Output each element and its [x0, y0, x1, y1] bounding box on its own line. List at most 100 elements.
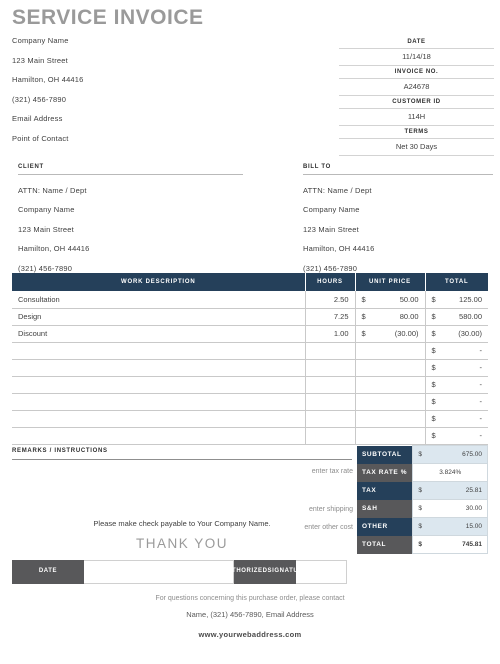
cell-description[interactable]	[12, 342, 306, 360]
cell-total: $ (30.00)	[425, 325, 488, 343]
client-line: (321) 456-7890	[18, 263, 73, 273]
billto-heading: BILL TO	[303, 164, 493, 175]
cell-unit-price[interactable]	[355, 393, 426, 411]
remarks-heading: REMARKS / INSTRUCTIONS	[12, 448, 352, 460]
table-header-row: WORK DESCRIPTION HOURS UNIT PRICE TOTAL	[12, 273, 488, 291]
authorized-signature-label: AUTHORIZED SIGNATURE	[222, 560, 307, 584]
cell-unit-price[interactable]	[355, 376, 426, 394]
cell-unit-price[interactable]: $50.00	[355, 291, 426, 309]
totals-table: SUBTOTAL $675.00 TAX RATE % 3.824% TAX $25.81…	[357, 445, 488, 554]
cell-hours[interactable]	[305, 410, 356, 428]
cell-description[interactable]	[12, 393, 306, 411]
cell-description[interactable]	[12, 410, 306, 428]
cell-unit-price[interactable]: $ (30.00)	[355, 325, 426, 343]
cell-unit-price[interactable]	[355, 359, 426, 377]
hint-enter-tax-rate: enter tax rate	[311, 468, 353, 475]
hint-enter-other-cost: enter other cost	[304, 524, 353, 531]
sender-line: Point of Contact	[12, 133, 69, 143]
cell-total: $ -	[425, 393, 488, 411]
cell-description[interactable]	[12, 427, 306, 445]
line-items-table: WORK DESCRIPTION HOURS UNIT PRICE TOTAL …	[12, 273, 488, 445]
footer-website: www.yourwebaddress.com	[198, 630, 302, 639]
cell-total: $ -	[425, 342, 488, 360]
sender-line: (321) 456-7890	[12, 94, 67, 104]
header-hours: HOURS	[305, 273, 356, 291]
client-line: 123 Main Street	[18, 224, 74, 234]
client-line: ATTN: Name / Dept	[18, 185, 87, 195]
meta-value-invoice-no[interactable]: A24678	[339, 78, 494, 96]
sender-line: Company Name	[12, 36, 69, 45]
meta-label: TERMS	[404, 129, 429, 135]
table-row: Consultation 2.50 $50.00 $125.00	[12, 291, 488, 309]
cell-total: $ -	[425, 410, 488, 428]
authorized-signature-input[interactable]	[296, 560, 347, 584]
cell-hours[interactable]: 1.00	[305, 325, 356, 343]
cell-description[interactable]	[12, 359, 306, 377]
meta-row-terms: TERMS Net 30 Days	[339, 126, 494, 156]
footer-line-2: Name, (321) 456-7890, Email Address	[186, 610, 314, 619]
totals-value: $30.00	[412, 499, 488, 518]
meta-row-customer-id: CUSTOMER ID 114H	[339, 96, 494, 126]
cell-total: $125.00	[425, 291, 488, 309]
meta-value-customer-id[interactable]: 114H	[339, 108, 494, 126]
cell-unit-price[interactable]	[355, 427, 426, 445]
cell-hours[interactable]: 7.25	[305, 308, 356, 326]
totals-row: TAX RATE % 3.824%	[357, 463, 488, 482]
cell-hours[interactable]	[305, 359, 356, 377]
cell-total: $ -	[425, 359, 488, 377]
meta-label: CUSTOMER ID	[392, 99, 441, 105]
meta-value-terms[interactable]: Net 30 Days	[339, 138, 494, 156]
cell-description[interactable]: Consultation	[12, 291, 306, 309]
thank-you-text: THANK YOU	[135, 536, 228, 551]
table-row: $ -	[12, 393, 488, 411]
table-row: $ -	[12, 410, 488, 428]
totals-row: S&H $30.00	[357, 499, 488, 518]
table-row: $ -	[12, 359, 488, 377]
meta-label: DATE	[407, 39, 426, 45]
totals-value: $745.81	[412, 535, 488, 554]
meta-value-date[interactable]: 11/14/18	[339, 48, 494, 66]
signature-date-label: DATE	[12, 560, 84, 584]
cell-description[interactable]: Discount	[12, 325, 306, 343]
client-line: Hamilton, OH 44416	[18, 244, 90, 253]
totals-label: TAX RATE %	[357, 463, 413, 482]
cell-hours[interactable]	[305, 427, 356, 445]
invoice-meta-table: DATE 11/14/18 INVOICE NO. A24678 CUSTOME…	[339, 36, 494, 156]
signature-date-input[interactable]	[84, 560, 234, 584]
header-total: TOTAL	[425, 273, 488, 291]
signature-block: DATE AUTHORIZED SIGNATURE	[12, 560, 347, 584]
header-work-description: WORK DESCRIPTION	[12, 273, 306, 291]
cell-hours[interactable]	[305, 342, 356, 360]
page-title: SERVICE INVOICE	[12, 6, 204, 29]
cell-hours[interactable]	[305, 376, 356, 394]
sender-line: Hamilton, OH 44416	[12, 75, 84, 84]
totals-row: TOTAL $745.81	[357, 535, 488, 554]
totals-label: OTHER	[357, 517, 413, 536]
cell-unit-price[interactable]: $80.00	[355, 308, 426, 326]
cell-description[interactable]	[12, 376, 306, 394]
sender-line: 123 Main Street	[12, 55, 68, 65]
client-line: Company Name	[18, 205, 75, 214]
cell-unit-price[interactable]	[355, 410, 426, 428]
totals-label: SUBTOTAL	[357, 445, 413, 464]
authorized-label-line1: AUTHORIZED	[222, 568, 268, 575]
footer-line-1: For questions concerning this purchase o…	[155, 595, 345, 602]
cell-description[interactable]: Design	[12, 308, 306, 326]
totals-row: TAX $25.81	[357, 481, 488, 500]
table-row: Design 7.25 $80.00 $580.00	[12, 308, 488, 326]
table-row: $ -	[12, 342, 488, 360]
totals-value: $25.81	[412, 481, 488, 500]
totals-row: SUBTOTAL $675.00	[357, 445, 488, 464]
totals-label: TAX	[357, 481, 413, 500]
header-unit-price: UNIT PRICE	[355, 273, 426, 291]
table-row: $ -	[12, 427, 488, 445]
cell-unit-price[interactable]	[355, 342, 426, 360]
cell-hours[interactable]	[305, 393, 356, 411]
totals-value: $675.00	[412, 445, 488, 464]
totals-row: OTHER $15.00	[357, 517, 488, 536]
totals-value[interactable]: 3.824%	[412, 463, 488, 482]
line-items-body: Consultation 2.50 $50.00 $125.00 Design 7.25 $…	[12, 291, 488, 445]
cell-hours[interactable]: 2.50	[305, 291, 356, 309]
meta-label: INVOICE NO.	[394, 69, 439, 75]
meta-row-date: DATE 11/14/18	[339, 36, 494, 66]
